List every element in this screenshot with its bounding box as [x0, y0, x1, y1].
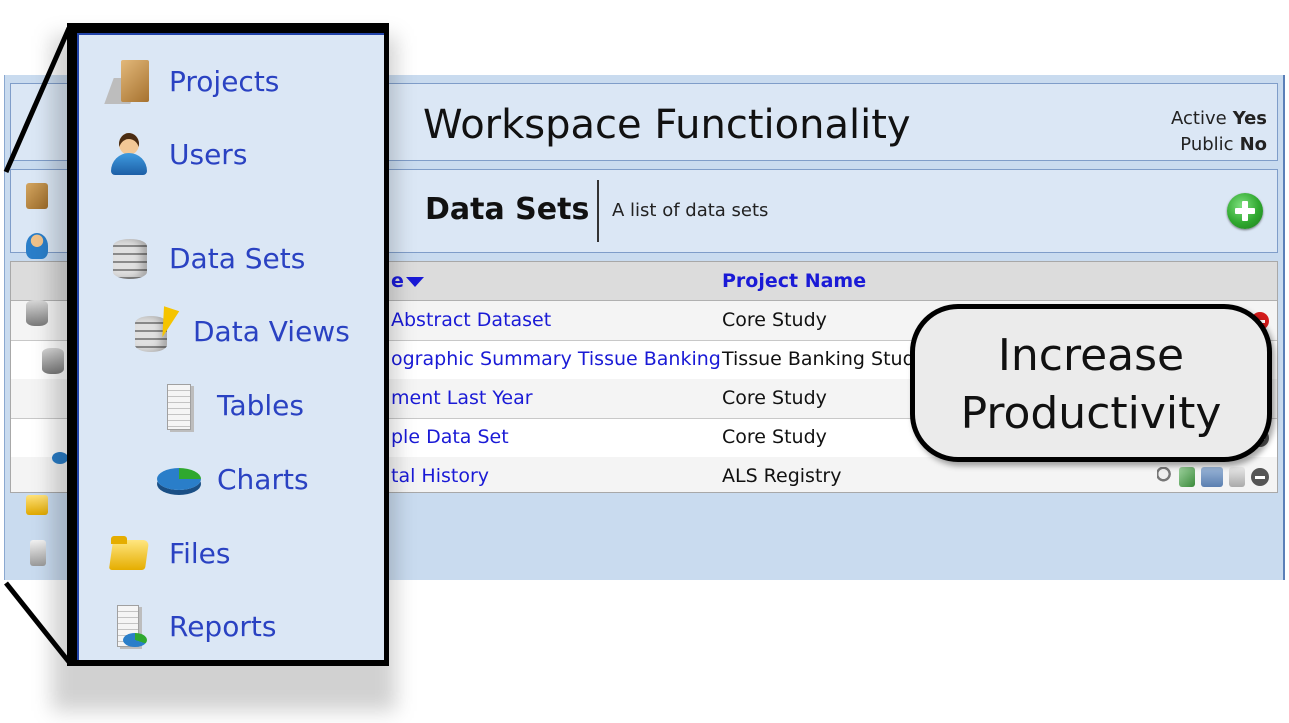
dataset-name-link[interactable]: Abstract Dataset	[391, 309, 551, 331]
active-status: Active Yes	[1171, 106, 1267, 132]
sidebar-item-label: Data Sets	[169, 241, 306, 275]
chart-icon	[153, 454, 203, 504]
project-name: Core Study	[722, 387, 827, 409]
project-icon	[105, 56, 155, 106]
public-value: No	[1239, 134, 1267, 155]
folder-icon[interactable]	[26, 495, 48, 515]
project-icon[interactable]	[26, 183, 48, 209]
project-name: Core Study	[722, 426, 827, 448]
user-icon	[105, 129, 155, 179]
dataset-name-link[interactable]: tal History	[391, 465, 489, 487]
page-title: Workspace Functionality	[423, 102, 911, 148]
sidebar-item-label: Files	[169, 536, 231, 570]
table-icon	[153, 380, 203, 430]
sidebar-item-label: Users	[169, 137, 248, 171]
project-name: Core Study	[722, 309, 827, 331]
sidebar-item-label: Projects	[169, 64, 280, 98]
sidebar-item-reports[interactable]: Reports	[105, 598, 276, 654]
database-icon	[105, 233, 155, 283]
status-block: Active Yes Public No	[1171, 106, 1267, 158]
sidebar-item-label: Reports	[169, 609, 277, 643]
dataset-name-link[interactable]: ple Data Set	[391, 426, 509, 448]
sidebar-item-label: Tables	[217, 388, 304, 422]
document-icon[interactable]	[1229, 467, 1245, 487]
active-value: Yes	[1232, 108, 1267, 129]
callout-line-1: Increase	[997, 330, 1185, 381]
sidebar-item-data-views[interactable]: Data Views	[129, 303, 350, 359]
database-view-icon	[129, 306, 179, 356]
folder-icon	[105, 528, 155, 578]
sidebar-item-projects[interactable]: Projects	[105, 53, 279, 109]
sidebar-item-charts[interactable]: Charts	[153, 451, 309, 507]
report-icon	[105, 601, 155, 651]
callout-text: Increase Productivity	[915, 327, 1267, 443]
project-name: Tissue Banking Study	[722, 348, 926, 370]
sidebar-item-label: Charts	[217, 462, 309, 496]
datasets-title: Data Sets	[425, 192, 590, 227]
search-icon[interactable]	[1157, 467, 1173, 487]
callout-line-2: Productivity	[960, 388, 1222, 439]
user-icon[interactable]	[26, 233, 48, 259]
zoomed-sidebar: Projects Users Data Sets Data Views Tabl…	[77, 33, 384, 660]
database-icon[interactable]	[26, 300, 48, 326]
callout-bubble: Increase Productivity	[910, 304, 1272, 462]
remove-icon[interactable]	[1251, 468, 1269, 486]
window-icon[interactable]	[1201, 467, 1223, 487]
sidebar-item-data-sets[interactable]: Data Sets	[105, 230, 305, 286]
column-header-project[interactable]: Project Name	[722, 270, 866, 292]
public-label: Public	[1180, 134, 1234, 155]
dataset-name-link[interactable]: ment Last Year	[391, 387, 533, 409]
add-icon[interactable]	[1227, 193, 1263, 229]
active-label: Active	[1171, 108, 1227, 129]
sidebar-item-files[interactable]: Files	[105, 525, 230, 581]
datasets-description: A list of data sets	[612, 200, 769, 221]
sidebar-item-users[interactable]: Users	[105, 126, 247, 182]
dataset-name-link[interactable]: ographic Summary Tissue Banking	[391, 348, 721, 370]
project-name: ALS Registry	[722, 465, 842, 487]
sidebar-item-tables[interactable]: Tables	[153, 377, 304, 433]
report-icon[interactable]	[30, 540, 46, 566]
sidebar-item-label: Data Views	[193, 314, 350, 348]
edit-icon[interactable]	[1179, 467, 1195, 487]
datasets-divider	[597, 180, 599, 242]
public-status: Public No	[1171, 132, 1267, 158]
sort-desc-icon	[405, 276, 424, 287]
